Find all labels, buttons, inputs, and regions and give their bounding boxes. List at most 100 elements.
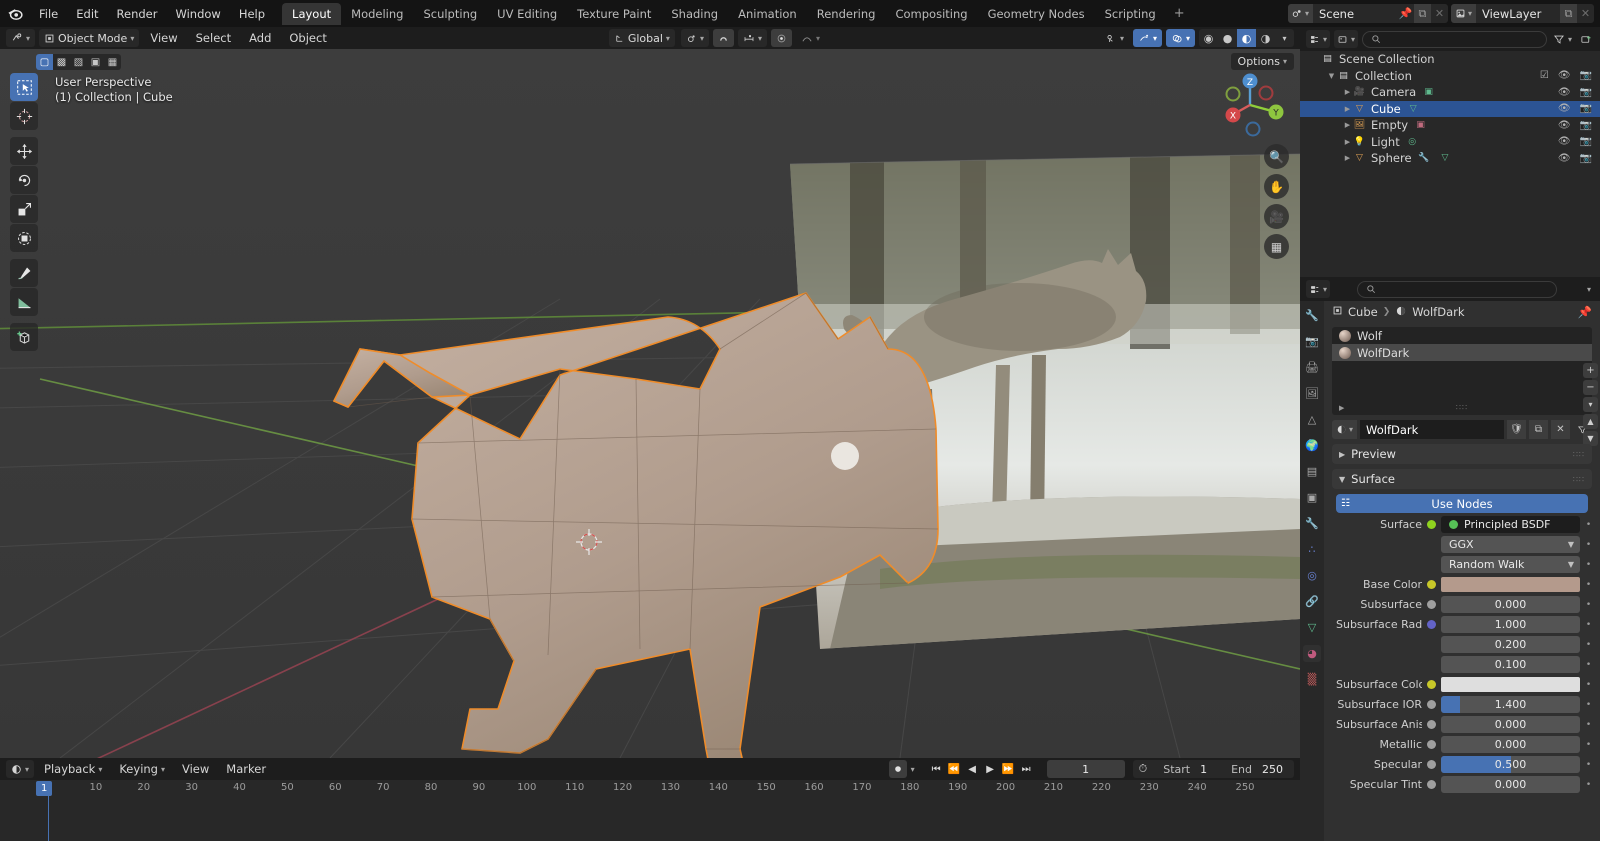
viewport-menu-select[interactable]: Select xyxy=(189,30,238,46)
slot-specials-button[interactable]: ▾ xyxy=(1583,397,1598,412)
workspace-tab-shading[interactable]: Shading xyxy=(661,3,728,25)
timeline-menu-keying[interactable]: Keying ▾ xyxy=(112,761,172,777)
value-slider[interactable]: 0.500 xyxy=(1441,756,1580,773)
viewlayer-name[interactable]: ViewLayer xyxy=(1476,7,1560,21)
play-button[interactable]: ▶ xyxy=(982,760,999,778)
node-socket-icon[interactable] xyxy=(1427,720,1436,729)
shading-material-preview-icon[interactable]: ◐ xyxy=(1237,29,1257,47)
properties-tab-tool[interactable]: 🔧 xyxy=(1303,307,1321,324)
cursor-tool-icon[interactable] xyxy=(10,102,38,130)
value-slider[interactable]: 0.000 xyxy=(1441,736,1580,753)
auto-keyframe-icon[interactable] xyxy=(888,760,907,778)
gizmo-icon[interactable]: ▾ xyxy=(1100,29,1129,47)
add-slot-button[interactable]: + xyxy=(1583,363,1598,378)
current-frame-field[interactable]: 1 xyxy=(1046,760,1125,778)
menu-file[interactable]: File xyxy=(30,4,67,24)
light-data-icon[interactable]: ◎ xyxy=(1406,135,1419,148)
node-socket-icon[interactable] xyxy=(1427,520,1436,529)
eye-icon[interactable]: 👁 xyxy=(1558,103,1571,114)
value-slider[interactable]: 0.100 xyxy=(1441,656,1580,673)
value-slider[interactable]: 0.200 xyxy=(1441,636,1580,653)
breadcrumb-object-name[interactable]: Cube xyxy=(1348,305,1378,319)
proportional-edit-icon[interactable] xyxy=(770,29,792,47)
workspace-tab-layout[interactable]: Layout xyxy=(282,2,342,25)
properties-tab-collection[interactable]: ▤ xyxy=(1303,463,1321,480)
viewlayer-icon[interactable]: ▾ xyxy=(1450,4,1476,23)
workspace-tab-modeling[interactable]: Modeling xyxy=(341,3,413,25)
transform-tool-icon[interactable] xyxy=(10,224,38,252)
select-invert-icon[interactable]: ▣ xyxy=(87,54,104,70)
properties-tab-world[interactable]: 🌍 xyxy=(1303,437,1321,454)
node-socket-icon[interactable] xyxy=(1427,600,1436,609)
select-set-icon[interactable]: ▢ xyxy=(36,54,53,70)
xray-icon[interactable]: ▾ xyxy=(1166,29,1196,47)
filter-icon[interactable]: ▾ xyxy=(1551,30,1574,48)
move-tool-icon[interactable] xyxy=(10,137,38,165)
outliner-editor-type-icon[interactable]: ▾ xyxy=(1306,30,1331,48)
properties-tab-scene[interactable]: △ xyxy=(1303,411,1321,428)
pivot-icon[interactable]: ▾ xyxy=(680,29,709,47)
node-socket-icon[interactable] xyxy=(1427,740,1436,749)
viewport-menu-view[interactable]: View xyxy=(143,30,184,46)
material-slot-wolf[interactable]: Wolf xyxy=(1332,327,1592,344)
chevron-right-icon[interactable]: ▶ xyxy=(1342,105,1353,113)
value-slider[interactable]: 1.000 xyxy=(1441,616,1580,633)
checkbox-icon[interactable]: ☑ xyxy=(1540,70,1549,81)
animate-property-icon[interactable]: • xyxy=(1585,560,1592,570)
mesh-data-icon[interactable]: ▽ xyxy=(1407,102,1420,115)
camera-render-icon[interactable]: 📷 xyxy=(1580,87,1592,98)
workspace-tab-uv-editing[interactable]: UV Editing xyxy=(487,3,567,25)
delete-viewlayer-icon[interactable]: ✕ xyxy=(1577,4,1594,23)
menu-help[interactable]: Help xyxy=(230,4,274,24)
blender-logo-icon[interactable] xyxy=(0,5,30,22)
chevron-right-icon[interactable]: ▶ xyxy=(1342,121,1353,129)
playhead[interactable]: 1 xyxy=(36,781,53,796)
workspace-tab-texture-paint[interactable]: Texture Paint xyxy=(567,3,661,25)
new-collection-icon[interactable] xyxy=(1578,30,1594,48)
select-extend-icon[interactable]: ▩ xyxy=(53,54,70,70)
node-socket-icon[interactable] xyxy=(1427,620,1436,629)
value-slider[interactable]: 1.400 xyxy=(1441,696,1580,713)
breadcrumb-material-name[interactable]: WolfDark xyxy=(1412,305,1464,319)
workspace-tab-compositing[interactable]: Compositing xyxy=(885,3,977,25)
menu-edit[interactable]: Edit xyxy=(67,4,107,24)
timeline-editor-icon[interactable]: ▾ xyxy=(6,760,35,778)
new-scene-icon[interactable]: ⧉ xyxy=(1413,4,1431,23)
timeline-menu-marker[interactable]: Marker xyxy=(219,761,273,777)
start-frame-value[interactable]: 1 xyxy=(1200,763,1215,776)
scene-name[interactable]: Scene xyxy=(1313,7,1397,21)
eye-icon[interactable]: 👁 xyxy=(1558,87,1571,98)
chevron-right-icon[interactable]: ▶ xyxy=(1342,154,1353,162)
shading-options-caret[interactable]: ▾ xyxy=(1275,29,1294,47)
select-subtract-icon[interactable]: ▧ xyxy=(70,54,87,70)
zoom-icon[interactable]: 🔍 xyxy=(1264,144,1289,169)
wolf-mesh-object[interactable] xyxy=(0,49,1300,758)
eye-icon[interactable]: 👁 xyxy=(1558,70,1571,81)
animate-property-icon[interactable]: • xyxy=(1585,600,1592,610)
navigation-gizmo[interactable]: Z Y X xyxy=(1214,69,1286,141)
properties-tab-object[interactable]: ▣ xyxy=(1303,489,1321,506)
properties-editor-type-icon[interactable]: ▾ xyxy=(1306,280,1331,298)
animate-property-icon[interactable]: • xyxy=(1585,520,1592,530)
pin-id-icon[interactable]: 📌 xyxy=(1578,305,1592,319)
menu-window[interactable]: Window xyxy=(166,4,229,24)
animate-property-icon[interactable]: • xyxy=(1585,680,1592,690)
select-intersect-icon[interactable]: ▦ xyxy=(104,54,121,70)
viewport-menu-object[interactable]: Object xyxy=(282,30,333,46)
eye-icon[interactable]: 👁 xyxy=(1558,153,1571,164)
timeline-body[interactable]: 1 10 20 30 40 50 60 70 80 90 100 110 120 130 140 150 160… xyxy=(0,780,1300,841)
pin-scene-icon[interactable]: 📌 xyxy=(1397,4,1414,23)
outliner-row-sphere[interactable]: ▶ ▽ Sphere 🔧 ▽ 👁 📷 xyxy=(1300,150,1600,167)
add-cube-tool-icon[interactable] xyxy=(10,323,38,351)
camera-render-icon[interactable]: 📷 xyxy=(1580,70,1592,81)
properties-tab-constraints[interactable]: 🔗 xyxy=(1303,593,1321,610)
unlink-material-button[interactable]: ✕ xyxy=(1551,420,1570,439)
properties-search-input[interactable] xyxy=(1357,280,1557,298)
outliner-row-camera[interactable]: ▶ 🎥 Camera ▣ 👁 📷 xyxy=(1300,84,1600,101)
outliner-display-mode-icon[interactable]: ▾ xyxy=(1334,30,1359,48)
next-keyframe-button[interactable]: ⏩ xyxy=(1000,760,1017,778)
animate-property-icon[interactable]: • xyxy=(1585,740,1592,750)
transform-orientation-selector[interactable]: Global ▾ xyxy=(608,29,675,47)
use-nodes-button[interactable]: ☷ Use Nodes xyxy=(1336,494,1588,513)
chevron-right-icon[interactable]: ▶ xyxy=(1342,138,1353,146)
